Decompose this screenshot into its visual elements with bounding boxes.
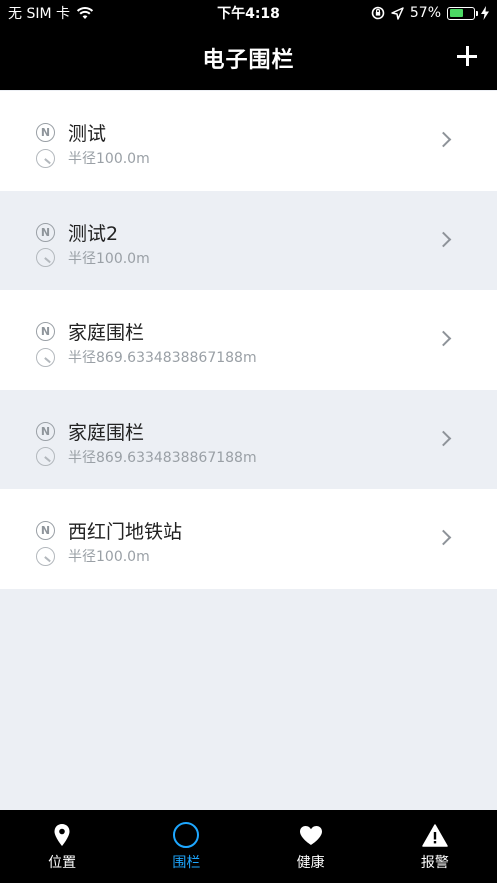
fence-row-2[interactable]: N 测试2 半径100.0m (0, 190, 497, 290)
north-icon: N (36, 521, 55, 540)
fence-radius: 半径100.0m (68, 250, 150, 267)
fence-name-line: N 测试 (36, 119, 106, 146)
fence-row-1[interactable]: N 测试 半径100.0m (0, 91, 497, 191)
fence-name: 家庭围栏 (68, 421, 145, 444)
tab-fence[interactable]: 围栏 (124, 810, 248, 883)
tab-label: 报警 (420, 855, 449, 871)
radius-icon (36, 148, 55, 168)
fence-row-4[interactable]: N 家庭围栏 半径869.6334838867188m (0, 389, 497, 489)
tab-label: 健康 (296, 855, 325, 871)
fence-name: 家庭围栏 (68, 322, 145, 344)
fence-name-line: N 西红门地铁站 (36, 517, 182, 544)
fence-name: 测试 (68, 123, 107, 145)
chevron-right-icon (435, 330, 452, 347)
charging-bolt-icon (481, 6, 489, 20)
chevron-right-icon (435, 231, 452, 247)
tab-alarm[interactable]: 报警 (373, 810, 497, 883)
radius-icon (36, 248, 55, 267)
fence-name-line: N 家庭围栏 (36, 418, 144, 445)
nav-bar: 电子围栏 (0, 26, 497, 90)
fence-name: 西红门地铁站 (68, 521, 183, 543)
tab-label: 围栏 (172, 855, 201, 871)
status-right: 57% (371, 5, 489, 21)
fence-name: 测试2 (68, 222, 119, 245)
page-title: 电子围栏 (202, 48, 295, 73)
tab-label: 位置 (48, 855, 77, 871)
fence-radius: 半径869.6334838867188m (68, 449, 257, 466)
fence-radius-line: 半径100.0m (36, 248, 150, 268)
battery-fill (449, 9, 463, 17)
fence-ring-icon (173, 822, 200, 848)
status-left: 无 SIM 卡 (8, 3, 94, 23)
fence-radius: 半径869.6334838867188m (68, 350, 257, 366)
north-icon: N (36, 322, 55, 341)
north-icon: N (36, 222, 55, 242)
fence-name-line: N 家庭围栏 (36, 318, 144, 345)
fence-radius-line: 半径100.0m (36, 148, 150, 168)
chevron-right-icon (435, 529, 452, 546)
battery-percent: 57% (409, 5, 441, 21)
warning-icon (422, 822, 448, 848)
tab-bar: 位置 围栏 健康 报警 (0, 810, 497, 883)
chevron-right-icon (435, 430, 452, 446)
tab-health[interactable]: 健康 (249, 810, 373, 883)
fence-row-5[interactable]: N 西红门地铁站 半径100.0m (0, 489, 497, 589)
fence-radius-line: 半径100.0m (36, 546, 150, 566)
north-icon: N (36, 123, 55, 142)
chevron-right-icon (435, 131, 452, 148)
tab-location[interactable]: 位置 (0, 810, 124, 883)
carrier-text: 无 SIM 卡 (8, 6, 70, 22)
fence-name-line: N 测试2 (36, 219, 118, 246)
location-pin-icon (53, 822, 71, 848)
radius-icon (36, 447, 55, 466)
heart-icon (299, 822, 323, 848)
fence-list: N 测试 半径100.0m N 测试2 半径100.0m N 家庭围栏 半径86… (0, 91, 497, 589)
wifi-icon (76, 7, 94, 19)
fence-radius-line: 半径869.6334838867188m (36, 447, 257, 467)
radius-icon (36, 546, 55, 566)
fence-radius-line: 半径869.6334838867188m (36, 347, 257, 367)
fence-radius: 半径100.0m (68, 151, 150, 167)
fence-row-3[interactable]: N 家庭围栏 半径869.6334838867188m (0, 290, 497, 390)
north-icon: N (36, 421, 55, 441)
location-arrow-icon (391, 6, 404, 20)
radius-icon (36, 347, 55, 367)
add-fence-button[interactable] (455, 44, 479, 68)
fence-radius: 半径100.0m (68, 549, 150, 565)
status-bar: 无 SIM 卡 下午4:18 57% (0, 0, 497, 26)
rotation-lock-icon (371, 6, 385, 20)
battery-icon (447, 6, 478, 20)
